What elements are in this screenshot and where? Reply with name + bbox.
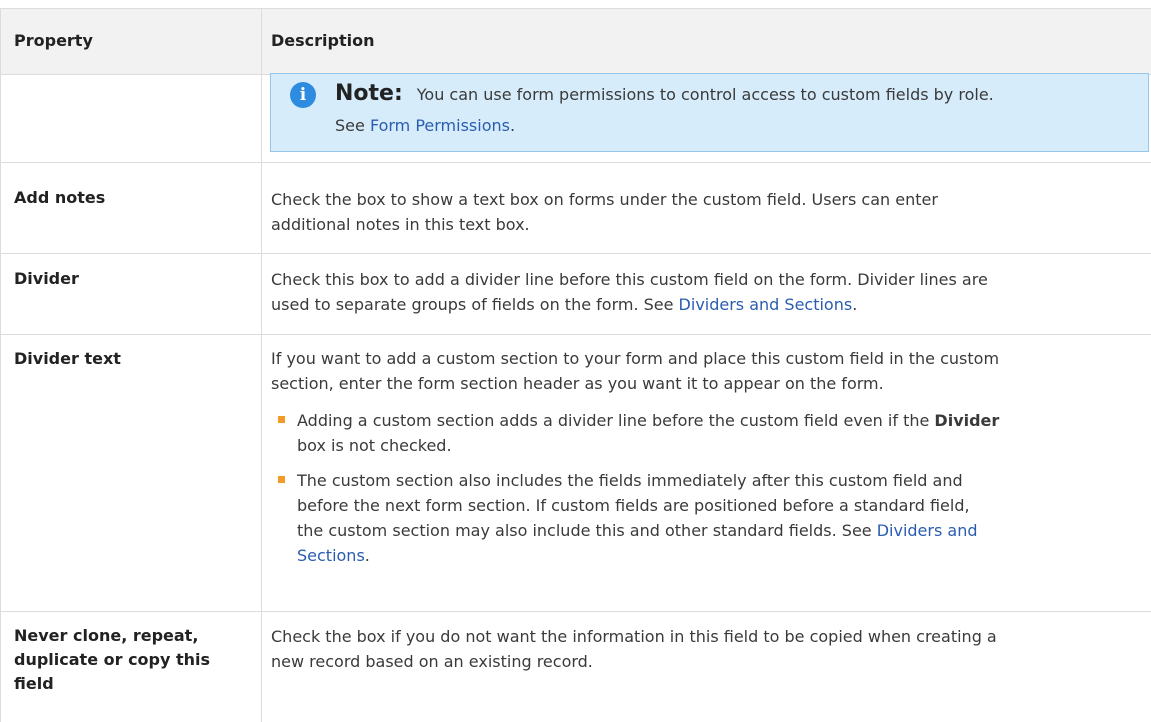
header-description: Description <box>271 31 375 50</box>
dividers-sections-link[interactable]: Dividers and Sections <box>679 295 853 314</box>
description-add-notes: Check the box to show a text box on form… <box>271 190 938 234</box>
square-bullet-icon <box>278 476 285 483</box>
table-row-never-clone: Never clone, repeat, duplicate or copy t… <box>0 612 1151 722</box>
property-divider: Divider <box>14 269 79 288</box>
note-text: Note: You can use form permissions to con… <box>335 79 1145 110</box>
list-item: Adding a custom section adds a divider l… <box>271 408 1141 458</box>
note-box: i Note: You can use form permissions to c… <box>270 73 1149 152</box>
description-divider: Check this box to add a divider line bef… <box>271 270 988 314</box>
note-body: You can use form permissions to control … <box>416 85 994 104</box>
table-row-add-notes: Add notes Check the box to show a text b… <box>0 163 1151 254</box>
info-icon: i <box>290 82 316 108</box>
divider-text-bullets: Adding a custom section adds a divider l… <box>271 408 1141 568</box>
description-never-clone: Check the box if you do not want the inf… <box>271 627 997 671</box>
table-row-divider-text: Divider text If you want to add a custom… <box>0 335 1151 612</box>
property-add-notes: Add notes <box>14 188 106 207</box>
property-divider-text: Divider text <box>14 349 121 368</box>
note-see: See Form Permissions. <box>335 116 516 135</box>
property-never-clone: Never clone, repeat, duplicate or copy t… <box>14 626 211 693</box>
dividers-sections-link-2b[interactable]: Sections <box>297 546 365 565</box>
table-header-row: Property Description <box>0 8 1151 75</box>
dividers-sections-link-2[interactable]: Dividers and <box>877 521 978 540</box>
table-row-divider: Divider Check this box to add a divider … <box>0 254 1151 335</box>
list-item: The custom section also includes the fie… <box>271 468 1141 568</box>
header-property: Property <box>14 31 93 50</box>
description-divider-text: If you want to add a custom section to y… <box>271 346 1141 568</box>
note-label: Note: <box>335 81 403 106</box>
form-permissions-link[interactable]: Form Permissions <box>370 116 510 135</box>
square-bullet-icon <box>278 416 285 423</box>
